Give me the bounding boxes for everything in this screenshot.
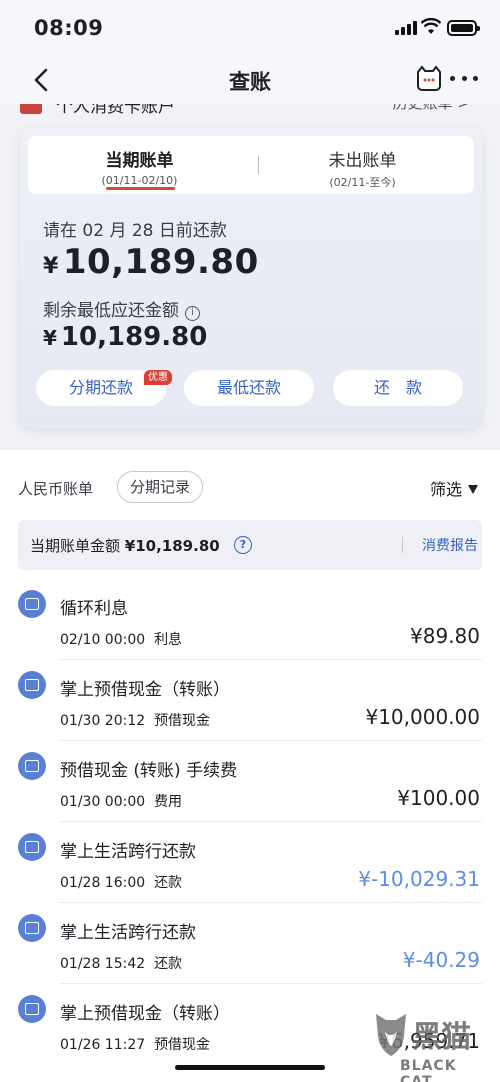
- transaction-type: 利息: [154, 632, 183, 648]
- help-icon[interactable]: ?: [234, 536, 252, 554]
- transaction-meta: 01/28 15:42 还款: [60, 953, 182, 973]
- min-payment-value: 10,189.80: [60, 322, 208, 352]
- transaction-type: 还款: [154, 956, 183, 972]
- currency-symbol: ¥: [43, 326, 57, 350]
- row-divider: [60, 902, 482, 903]
- tab-label: 未出账单: [328, 151, 397, 171]
- transaction-type: 预借现金: [154, 1037, 211, 1053]
- transaction-title: 掌上预借现金（转账）: [60, 1004, 230, 1024]
- summary-label: 当期账单金额: [30, 537, 121, 555]
- transaction-meta: 01/26 11:27 预借现金: [60, 1034, 210, 1054]
- transaction-type: 还款: [154, 875, 183, 891]
- installment-record-button[interactable]: 分期记录: [117, 471, 204, 503]
- due-date-label: 请在 02 月 28 日前还款: [43, 221, 227, 241]
- transaction-amount: ¥10,000.00: [365, 705, 480, 729]
- status-time: 08:09: [34, 16, 104, 40]
- watermark-text: 黑猫: [412, 1020, 471, 1055]
- transaction-meta: 01/30 00:00 费用: [60, 791, 182, 811]
- history-bill-link[interactable]: 历史账单 >: [393, 104, 470, 113]
- transaction-amount: ¥-40.29: [402, 948, 480, 972]
- filter-button[interactable]: 筛选: [430, 476, 478, 500]
- filter-label: 筛选: [429, 480, 462, 499]
- rmb-bill-label[interactable]: 人民币账单: [18, 478, 93, 499]
- transaction-amount: ¥100.00: [397, 786, 480, 810]
- transaction-title: 循环利息: [60, 599, 128, 619]
- assistant-icon[interactable]: [414, 64, 444, 94]
- tab-unbilled[interactable]: 未出账单 (02/11-至今): [251, 136, 474, 194]
- transaction-row[interactable]: 掌上预借现金（转账） 01/30 20:12 预借现金 ¥10,000.00: [18, 661, 482, 741]
- transaction-datetime: 01/28 15:42: [60, 956, 146, 972]
- transaction-meta: 01/30 20:12 预借现金: [60, 710, 210, 730]
- transaction-datetime: 01/30 20:12: [60, 713, 146, 729]
- nav-bar: 查账: [0, 58, 500, 104]
- min-payment-label: 剩余最低应还金额 i: [43, 296, 200, 321]
- repay-button[interactable]: 还 款: [333, 370, 463, 406]
- signal-icon: [395, 21, 417, 35]
- card-icon: [18, 833, 46, 861]
- transaction-title: 掌上生活跨行还款: [60, 923, 196, 943]
- transaction-type: 费用: [154, 794, 183, 810]
- transaction-row[interactable]: 掌上生活跨行还款 01/28 16:00 还款 ¥-10,029.31: [18, 823, 482, 903]
- transaction-meta: 02/10 00:00 利息: [60, 629, 182, 649]
- transaction-meta: 01/28 16:00 还款: [60, 872, 182, 892]
- watermark: 黑猫 BLACK CAT: [372, 1010, 492, 1082]
- status-bar: 08:09: [0, 0, 500, 58]
- transaction-datetime: 01/26 11:27: [60, 1037, 146, 1053]
- transaction-row[interactable]: 预借现金 (转账) 手续费 01/30 00:00 费用 ¥100.00: [18, 742, 482, 822]
- transaction-amount: ¥-10,029.31: [358, 867, 480, 891]
- percent-icon: [18, 590, 46, 618]
- account-name: 个人消费卡账户: [56, 104, 175, 117]
- min-payment-amount: ¥10,189.80: [43, 322, 207, 352]
- fee-icon: [18, 752, 46, 780]
- tab-label: 当期账单: [105, 151, 174, 171]
- transaction-title: 预借现金 (转账) 手续费: [60, 761, 238, 781]
- home-indicator[interactable]: [175, 1065, 325, 1070]
- bank-logo-icon: [20, 104, 42, 114]
- account-row[interactable]: 个人消费卡账户 历史账单 >: [20, 104, 480, 120]
- summary-amount: ¥10,189.80: [124, 537, 220, 555]
- row-divider: [60, 659, 482, 660]
- bill-tabs: 当期账单 (01/11-02/10) 未出账单 (02/11-至今): [28, 136, 474, 194]
- min-repay-button[interactable]: 最低还款: [184, 370, 314, 406]
- tab-current-bill[interactable]: 当期账单 (01/11-02/10): [28, 136, 251, 194]
- spending-report-link[interactable]: 消费报告: [422, 535, 478, 555]
- currency-symbol: ¥: [43, 254, 59, 279]
- tab-period: (01/11-02/10): [101, 174, 178, 187]
- cash-advance-icon: [18, 671, 46, 699]
- row-divider: [60, 740, 482, 741]
- bill-summary: 当期账单金额 ¥10,189.80 ? 消费报告: [18, 520, 482, 570]
- due-amount-value: 10,189.80: [62, 242, 259, 282]
- transaction-datetime: 01/30 00:00: [60, 794, 146, 810]
- tab-period: (02/11-至今): [329, 176, 396, 189]
- transaction-datetime: 01/28 16:00: [60, 875, 146, 891]
- watermark-text-en: BLACK CAT: [400, 1058, 457, 1082]
- transaction-row[interactable]: 掌上生活跨行还款 01/28 15:42 还款 ¥-40.29: [18, 904, 482, 984]
- min-payment-label-text: 剩余最低应还金额: [43, 301, 179, 321]
- active-tab-indicator: [106, 187, 175, 190]
- transaction-title: 掌上生活跨行还款: [60, 842, 196, 862]
- filter-row: 人民币账单 分期记录 筛选: [0, 468, 500, 506]
- info-icon[interactable]: i: [185, 306, 200, 321]
- transaction-amount: ¥89.80: [410, 624, 480, 648]
- transaction-type: 预借现金: [154, 713, 211, 729]
- bill-overview: 个人消费卡账户 历史账单 > 当期账单 (01/11-02/10) 未出账单 (…: [0, 104, 500, 450]
- filter-icon: [468, 485, 478, 494]
- transaction-datetime: 02/10 00:00: [60, 632, 146, 648]
- divider: [402, 537, 403, 553]
- cash-advance-icon: [18, 995, 46, 1023]
- battery-icon: [447, 20, 480, 36]
- row-divider: [60, 821, 482, 822]
- summary-text: 当期账单金额 ¥10,189.80: [30, 535, 220, 556]
- wifi-icon: [421, 18, 441, 34]
- card-icon: [18, 914, 46, 942]
- bill-card: 当期账单 (01/11-02/10) 未出账单 (02/11-至今) 请在 02…: [20, 128, 482, 428]
- promo-badge: 优惠: [144, 370, 172, 385]
- transaction-row[interactable]: 循环利息 02/10 00:00 利息 ¥89.80: [18, 580, 482, 660]
- due-amount: ¥10,189.80: [43, 242, 259, 282]
- black-cat-logo-icon: [376, 1014, 406, 1056]
- row-divider: [60, 983, 482, 984]
- more-icon[interactable]: [450, 68, 478, 88]
- transaction-title: 掌上预借现金（转账）: [60, 680, 230, 700]
